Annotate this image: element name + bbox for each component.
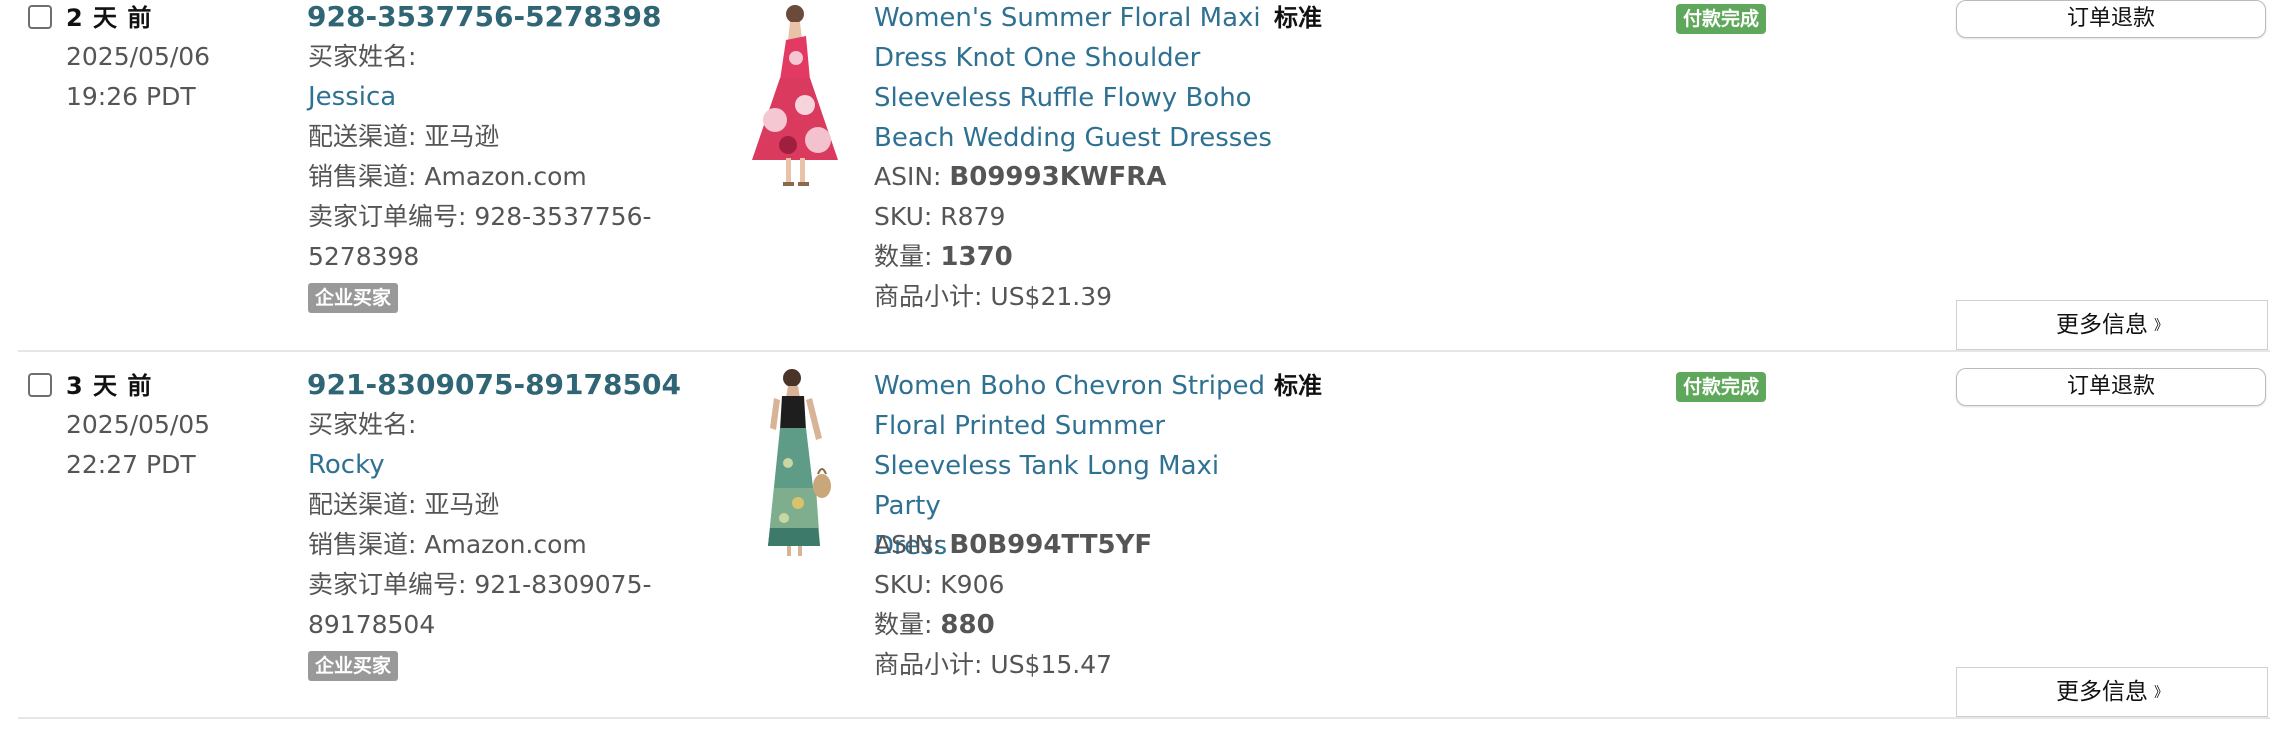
more-info-button[interactable]: 更多信息》: [1956, 667, 2268, 717]
sales-channel: 销售渠道: Amazon.com: [308, 157, 587, 197]
seller-order-number-value-line2: 89178504: [308, 610, 436, 639]
order-id-link[interactable]: 921-8309075-89178504: [307, 367, 681, 403]
quantity-label: 数量:: [874, 610, 933, 639]
order-select-checkbox[interactable]: [28, 373, 52, 397]
item-subtotal: 商品小计: US$21.39: [874, 277, 1112, 317]
fulfillment-channel-label: 配送渠道:: [308, 122, 417, 151]
seller-order-number-label: 卖家订单编号:: [308, 570, 467, 599]
item-subtotal-label: 商品小计:: [874, 650, 983, 679]
product-title-line: Dress Knot One Shoulder: [874, 43, 1201, 73]
quantity: 数量: 880: [874, 605, 995, 645]
buyer-name-link[interactable]: Jessica: [308, 77, 396, 117]
more-info-label: 更多信息: [2056, 312, 2148, 338]
sales-channel-value: Amazon.com: [424, 530, 587, 559]
refund-order-button[interactable]: 订单退款: [1956, 0, 2266, 38]
product-image[interactable]: [730, 0, 860, 195]
fulfillment-channel: 配送渠道: 亚马逊: [308, 485, 499, 525]
buyer-name-link[interactable]: Rocky: [308, 445, 385, 485]
sku: SKU: K906: [874, 565, 1004, 605]
sku-label: SKU:: [874, 570, 933, 599]
seller-order-number-value-line1: 921-8309075-: [474, 570, 652, 599]
item-subtotal-value: US$15.47: [990, 650, 1113, 679]
sales-channel: 销售渠道: Amazon.com: [308, 525, 587, 565]
refund-order-button[interactable]: 订单退款: [1956, 368, 2266, 406]
sku-value: K906: [940, 570, 1005, 599]
product-title-line: Sleeveless Tank Long Maxi Party: [874, 451, 1220, 521]
asin: ASIN: B09993KWFRA: [874, 157, 1166, 197]
sales-channel-label: 销售渠道:: [308, 162, 417, 191]
order-date: 2025/05/05: [66, 410, 211, 439]
item-subtotal: 商品小计: US$15.47: [874, 645, 1112, 685]
seller-order-number: 卖家订单编号: 928-3537756-: [308, 197, 652, 237]
order-list: 2 天 前 2025/05/06 19:26 PDT 928-3537756-5…: [0, 0, 2288, 730]
green-black-maxi-dress-photo: [730, 368, 860, 563]
fulfillment-channel: 配送渠道: 亚马逊: [308, 117, 499, 157]
quantity-value: 880: [940, 610, 995, 640]
product-title-line: Floral Printed Summer: [874, 411, 1166, 441]
order-row: 3 天 前 2025/05/05 22:27 PDT 921-8309075-8…: [18, 368, 2270, 719]
double-chevron-down-icon: 》: [2154, 318, 2168, 334]
asin-value: B0B994TT5YF: [949, 530, 1153, 560]
sales-channel-label: 销售渠道:: [308, 530, 417, 559]
buyer-name-label: 买家姓名:: [308, 42, 417, 71]
fulfillment-channel-value: 亚马逊: [424, 122, 500, 151]
more-info-label: 更多信息: [2056, 679, 2148, 705]
order-age: 3 天 前: [66, 372, 153, 400]
sku-label: SKU:: [874, 202, 933, 231]
red-floral-dress-photo: [730, 0, 860, 195]
order-time: 22:27 PDT: [66, 450, 196, 479]
more-info-button[interactable]: 更多信息》: [1956, 300, 2268, 350]
order-row: 2 天 前 2025/05/06 19:26 PDT 928-3537756-5…: [18, 0, 2270, 352]
shipping-service-type: 标准: [1274, 4, 1322, 32]
product-title-line: Beach Wedding Guest Dresses: [874, 123, 1272, 153]
quantity-value: 1370: [940, 242, 1013, 272]
sku-value: R879: [940, 202, 1006, 231]
payment-status-badge: 付款完成: [1676, 372, 1767, 402]
business-buyer-badge: 企业买家: [308, 651, 399, 681]
item-subtotal-value: US$21.39: [990, 282, 1113, 311]
fulfillment-channel-label: 配送渠道:: [308, 490, 417, 519]
payment-status-badge: 付款完成: [1676, 4, 1767, 34]
asin-value: B09993KWFRA: [949, 162, 1167, 192]
order-id-link[interactable]: 928-3537756-5278398: [307, 0, 661, 35]
product-title-line: Women Boho Chevron Striped: [874, 371, 1265, 401]
shipping-service-type: 标准: [1274, 372, 1322, 400]
business-buyer-badge: 企业买家: [308, 283, 399, 313]
product-image[interactable]: [730, 368, 860, 563]
order-select-checkbox[interactable]: [28, 5, 52, 29]
product-title-link[interactable]: Women's Summer Floral Maxi Dress Knot On…: [874, 0, 1294, 158]
order-time: 19:26 PDT: [66, 82, 196, 111]
order-age: 2 天 前: [66, 4, 153, 32]
product-title-line: Women's Summer Floral Maxi: [874, 3, 1261, 33]
sku: SKU: R879: [874, 197, 1005, 237]
seller-order-number-value-line1: 928-3537756-: [474, 202, 652, 231]
seller-order-number: 卖家订单编号: 921-8309075-: [308, 565, 652, 605]
quantity-label: 数量:: [874, 242, 933, 271]
seller-order-number-value-line2: 5278398: [308, 242, 420, 271]
asin: ASIN: B0B994TT5YF: [874, 525, 1152, 565]
double-chevron-down-icon: 》: [2154, 685, 2168, 701]
item-subtotal-label: 商品小计:: [874, 282, 983, 311]
asin-label: ASIN:: [874, 162, 942, 191]
sales-channel-value: Amazon.com: [424, 162, 587, 191]
asin-label: ASIN:: [874, 530, 942, 559]
quantity: 数量: 1370: [874, 237, 1013, 277]
buyer-name-label: 买家姓名:: [308, 410, 417, 439]
product-title-line: Sleeveless Ruffle Flowy Boho: [874, 83, 1252, 113]
order-date: 2025/05/06: [66, 42, 211, 71]
seller-order-number-label: 卖家订单编号:: [308, 202, 467, 231]
fulfillment-channel-value: 亚马逊: [424, 490, 500, 519]
